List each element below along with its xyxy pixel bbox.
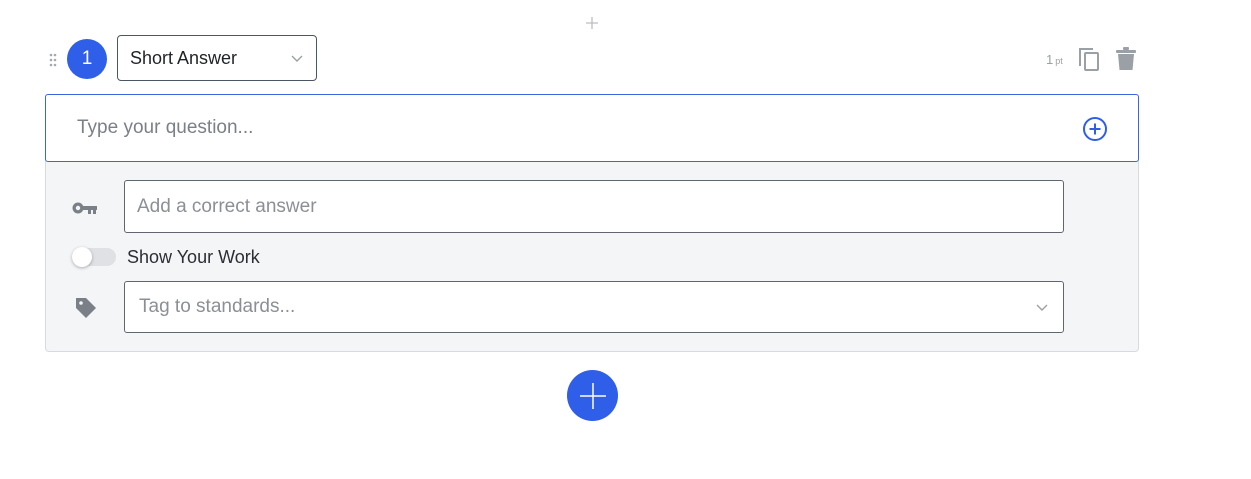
points-indicator[interactable]: 1 pt: [1046, 52, 1063, 67]
points-unit: pt: [1055, 56, 1063, 66]
question-type-label: Short Answer: [130, 47, 238, 68]
chevron-down-icon: [290, 51, 304, 65]
question-input[interactable]: [75, 116, 1039, 140]
trash-icon[interactable]: [1115, 47, 1137, 71]
toggle-knob: [72, 247, 92, 267]
show-work-label: Show Your Work: [127, 247, 260, 267]
question-type-select[interactable]: Short Answer: [117, 35, 317, 81]
tag-icon: [74, 296, 98, 320]
key-icon: [72, 200, 98, 216]
drag-handle-icon[interactable]: [48, 53, 58, 67]
question-number-badge: 1: [67, 39, 107, 79]
copy-icon[interactable]: [1077, 46, 1101, 72]
add-question-button[interactable]: [567, 370, 618, 421]
tag-standards-select[interactable]: Tag to standards...: [124, 281, 1064, 333]
question-number: 1: [81, 48, 93, 69]
tag-standards-placeholder: Tag to standards...: [139, 296, 296, 317]
add-circle-icon[interactable]: [1082, 116, 1108, 142]
show-work-toggle[interactable]: [72, 247, 116, 267]
chevron-down-icon: [1035, 300, 1049, 314]
question-box: [45, 94, 1139, 162]
points-value: 1: [1046, 52, 1054, 67]
plus-icon: [579, 382, 606, 409]
add-above-icon[interactable]: [585, 16, 599, 30]
correct-answer-input[interactable]: [124, 180, 1064, 233]
